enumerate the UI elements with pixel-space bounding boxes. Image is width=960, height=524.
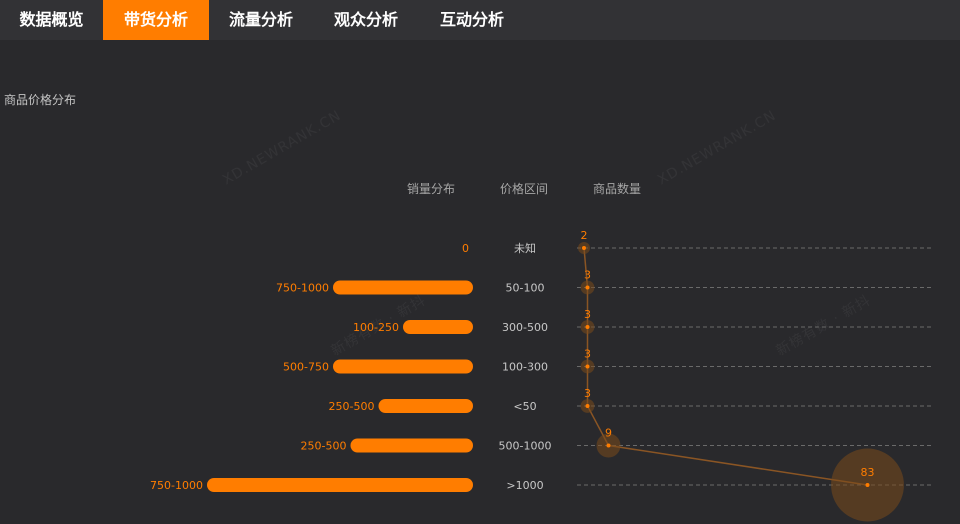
sales-bar-label: 250-500 [301,440,347,453]
count-data-label: 2 [581,229,588,242]
count-data-label: 83 [861,466,875,479]
sales-bar-label: 500-750 [283,361,329,374]
sales-bar-label: 0 [462,242,469,255]
count-point [585,364,590,369]
sales-bar [333,280,473,295]
sales-bar [333,359,473,374]
price-range-label: 50-100 [506,282,545,295]
price-range-label: 300-500 [502,321,548,334]
price-range-label: 100-300 [502,361,548,374]
price-distribution-chart: 未知 0 50-100 750-1000 300-500 100-250 100-300 50… [150,229,932,522]
price-range-label: 500-1000 [499,440,552,453]
price-range-label: >1000 [506,479,543,492]
count-point [606,443,611,448]
sales-bar [378,399,473,413]
sales-bar-label: 100-250 [353,321,399,334]
count-data-label: 3 [584,387,591,400]
count-data-label: 9 [605,427,612,440]
price-range-label: 未知 [514,241,536,255]
count-data-label: 3 [584,269,591,282]
count-point [585,404,590,408]
sales-bar [207,478,473,492]
price-range-label: <50 [513,400,536,413]
sales-bar-label: 750-1000 [276,282,329,295]
count-data-label: 3 [584,348,591,361]
sales-bar [403,320,473,334]
count-point [865,483,870,487]
sales-bar-label: 750-1000 [150,479,203,492]
count-point [585,325,590,329]
sales-bar-label: 250-500 [329,400,375,413]
count-point [585,285,590,290]
sales-bar [350,438,473,453]
count-data-label: 3 [584,308,591,321]
count-point [582,246,586,250]
